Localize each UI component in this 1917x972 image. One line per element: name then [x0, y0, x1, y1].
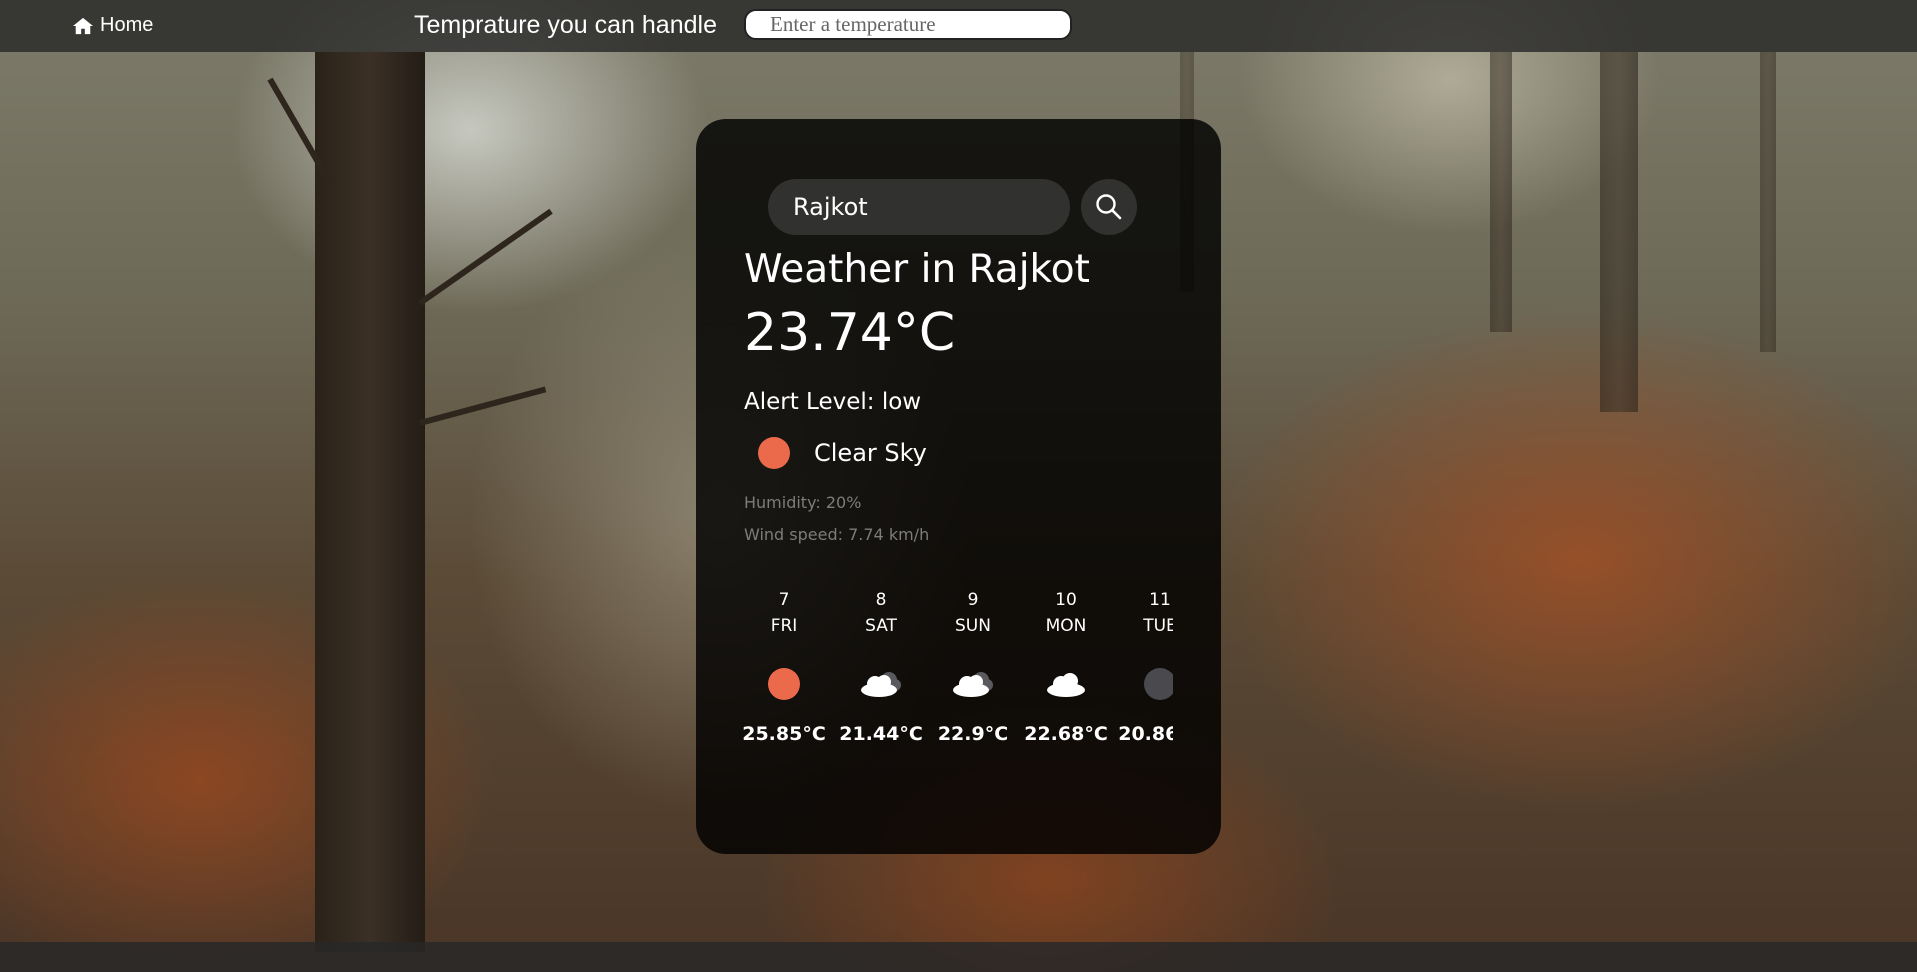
sun-icon [739, 659, 829, 709]
bottom-bar [0, 942, 1917, 972]
forecast-day: 9 SUN [928, 587, 1018, 639]
forecast-date: 11 [1149, 590, 1171, 610]
forecast-day: 10 MON [1021, 587, 1111, 639]
forecast-temp: 21.44°C [839, 723, 923, 745]
forecast-weekday: MON [1045, 616, 1087, 636]
forecast-weekday: FRI [770, 616, 798, 636]
forecast-temp: 22.9°C [937, 723, 1009, 745]
partly-cloudy-icon [836, 659, 926, 709]
tree-trunk [1600, 52, 1638, 412]
cloud-icon [1021, 659, 1111, 709]
partly-cloudy-icon [928, 659, 1018, 709]
home-icon [73, 17, 93, 34]
forecast-weekday: SAT [865, 616, 897, 636]
tree-trunk [1760, 52, 1776, 352]
search-icon [1096, 194, 1122, 220]
humidity: Humidity: 20% [744, 493, 862, 512]
tree-trunk [1490, 52, 1512, 332]
forecast-date: 7 [778, 590, 790, 610]
sun-icon [758, 437, 790, 469]
forecast-day: 8 SAT [836, 587, 926, 639]
dark-cloud-icon [1115, 659, 1173, 709]
city-search-input[interactable] [768, 179, 1070, 235]
tree-branch [418, 208, 553, 306]
forecast-date: 8 [875, 590, 887, 610]
alert-level: Alert Level: low [744, 389, 922, 415]
forecast-temp: 25.85°C [742, 723, 826, 745]
forecast-weekday: SUN [955, 616, 991, 636]
forecast-temp: 20.86°C [1118, 723, 1173, 745]
temperature-threshold-label: Temprature you can handle [414, 11, 717, 39]
current-temperature: 23.74°C [744, 303, 956, 363]
home-label: Home [100, 14, 154, 36]
tree-trunk [315, 52, 425, 952]
condition-row: Clear Sky [758, 437, 927, 469]
forecast-weekday: TUE [1143, 616, 1173, 636]
forecast-day: 7 FRI [739, 587, 829, 639]
top-navbar: Home Temprature you can handle [0, 0, 1917, 52]
forecast-temp: 22.68°C [1024, 723, 1108, 745]
forecast-date: 10 [1055, 590, 1077, 610]
weather-card: Weather in Rajkot 23.74°C Alert Level: l… [696, 119, 1221, 854]
tree-branch [419, 386, 547, 426]
forecast-day: 11 TUE [1115, 587, 1173, 639]
forecast-date: 9 [967, 590, 979, 610]
city-title: Weather in Rajkot [744, 247, 1090, 292]
search-button[interactable] [1081, 179, 1137, 235]
forecast-temps: 25.85°C 21.44°C 22.9°C 22.68°C 20.86°C [739, 659, 1173, 779]
wind-speed: Wind speed: 7.74 km/h [744, 525, 930, 544]
home-link[interactable]: Home [72, 14, 153, 37]
temperature-threshold-input[interactable] [744, 9, 1072, 40]
condition-text: Clear Sky [814, 439, 927, 467]
